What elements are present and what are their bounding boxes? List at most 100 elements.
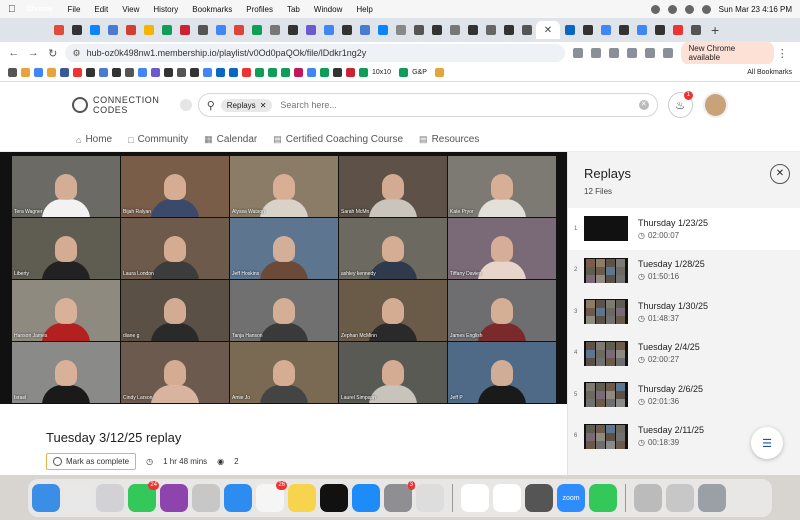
- replay-list-item[interactable]: 5 Thursday 2/6/25 ◷ 02:01:36: [568, 374, 800, 416]
- bookmark-icon[interactable]: [203, 68, 212, 77]
- bookmark-icon[interactable]: [60, 68, 69, 77]
- apple-icon[interactable]: : [8, 4, 16, 15]
- calculator-icon[interactable]: [525, 484, 553, 512]
- browser-tab[interactable]: [561, 21, 578, 39]
- browser-tab[interactable]: [284, 21, 301, 39]
- nav-home[interactable]: ⌂ Home: [76, 134, 112, 145]
- bookmark-icon[interactable]: [164, 68, 173, 77]
- menubar-clock[interactable]: Sun Mar 23 4:16 PM: [719, 5, 792, 14]
- menu-bookmarks[interactable]: Bookmarks: [192, 5, 232, 14]
- browser-tab[interactable]: [68, 21, 85, 39]
- browser-tab[interactable]: [140, 21, 157, 39]
- update-chrome-button[interactable]: New Chrome available: [680, 41, 775, 65]
- extension-icon[interactable]: [626, 48, 637, 58]
- status-icon[interactable]: [650, 4, 660, 14]
- nav-calendar[interactable]: ▦ Calendar: [204, 134, 257, 145]
- menu-toggle-icon[interactable]: [180, 99, 192, 111]
- all-bookmarks[interactable]: All Bookmarks: [747, 69, 792, 76]
- browser-tab[interactable]: [86, 21, 103, 39]
- browser-tab[interactable]: [482, 21, 499, 39]
- podcasts-icon[interactable]: [160, 484, 188, 512]
- facetime-icon[interactable]: [589, 484, 617, 512]
- browser-tab[interactable]: [579, 21, 596, 39]
- bookmark-icon[interactable]: [112, 68, 121, 77]
- menu-tab[interactable]: Tab: [287, 5, 300, 14]
- browser-tab[interactable]: [669, 21, 686, 39]
- menu-view[interactable]: View: [122, 5, 139, 14]
- bookmark-icon[interactable]: [34, 68, 43, 77]
- browser-tab[interactable]: [356, 21, 373, 39]
- chat-button[interactable]: ☰: [751, 427, 783, 459]
- back-icon[interactable]: ←: [6, 47, 22, 59]
- address-bar[interactable]: ⚙ hub-oz0k498nw1.membership.io/playlist/…: [64, 44, 565, 62]
- bookmark-icon[interactable]: [138, 68, 147, 77]
- forward-icon[interactable]: →: [26, 47, 42, 59]
- app-icon[interactable]: [666, 484, 694, 512]
- bookmark-icon[interactable]: [294, 68, 303, 77]
- calendar-app-icon[interactable]: 26: [256, 481, 287, 512]
- close-panel-button[interactable]: ✕: [770, 164, 790, 184]
- browser-tab[interactable]: [122, 21, 139, 39]
- bookmark-icon[interactable]: [190, 68, 199, 77]
- video-player[interactable]: Tera Wagner Bijah Ralyan Alyssa Watson Sara…: [0, 152, 567, 404]
- browser-tab-active[interactable]: ✕: [536, 21, 560, 39]
- bookmark-icon[interactable]: [281, 68, 290, 77]
- browser-tab[interactable]: [302, 21, 319, 39]
- search-filter-chip[interactable]: Replays ✕: [220, 98, 273, 112]
- launchpad-icon[interactable]: [96, 484, 124, 512]
- status-icon[interactable]: [667, 4, 677, 14]
- menu-help[interactable]: Help: [356, 5, 372, 14]
- app-icon[interactable]: [192, 484, 220, 512]
- system-settings-icon[interactable]: 3: [384, 481, 415, 512]
- cast-icon[interactable]: [572, 48, 583, 58]
- menu-profiles[interactable]: Profiles: [246, 5, 273, 14]
- bookmark-icon[interactable]: [151, 68, 160, 77]
- browser-tab[interactable]: [158, 21, 175, 39]
- profile-icon[interactable]: [662, 48, 673, 58]
- browser-tab[interactable]: [266, 21, 283, 39]
- more-menu-icon[interactable]: ⋮: [774, 47, 790, 60]
- browser-tab[interactable]: [518, 21, 535, 39]
- browser-tab[interactable]: [428, 21, 445, 39]
- bookmark-icon[interactable]: [177, 68, 186, 77]
- browser-tab[interactable]: [104, 21, 121, 39]
- mail-icon[interactable]: [224, 484, 252, 512]
- puzzle-icon[interactable]: [644, 48, 655, 58]
- browser-tab[interactable]: [615, 21, 632, 39]
- apple-tv-icon[interactable]: [320, 484, 348, 512]
- user-avatar[interactable]: [702, 92, 729, 118]
- menu-window[interactable]: Window: [314, 5, 342, 14]
- search-input[interactable]: [280, 100, 639, 110]
- bookmark-icon[interactable]: [346, 68, 355, 77]
- browser-tab[interactable]: [410, 21, 427, 39]
- site-info-icon[interactable]: ⚙: [73, 48, 81, 59]
- apps-icon[interactable]: [8, 68, 17, 77]
- replay-list-item[interactable]: 3 Thursday 1/30/25 ◷ 01:48:37: [568, 291, 800, 333]
- browser-tab[interactable]: [446, 21, 463, 39]
- browser-tab[interactable]: [176, 21, 193, 39]
- bookmark-icon[interactable]: [21, 68, 30, 77]
- chrome-icon[interactable]: [64, 484, 92, 512]
- bookmark-icon[interactable]: [333, 68, 342, 77]
- trash-icon[interactable]: [698, 484, 726, 512]
- bookmark-icon[interactable]: [268, 68, 277, 77]
- app-store-icon[interactable]: [352, 484, 380, 512]
- browser-tab[interactable]: [248, 21, 265, 39]
- browser-tab[interactable]: [212, 21, 229, 39]
- extension-icon[interactable]: [608, 48, 619, 58]
- bookmark-icon[interactable]: [216, 68, 225, 77]
- browser-tab[interactable]: [633, 21, 650, 39]
- menu-history[interactable]: History: [153, 5, 178, 14]
- bookmark-icon[interactable]: [73, 68, 82, 77]
- messages-icon[interactable]: 24: [128, 481, 159, 512]
- bookmark-icon[interactable]: [99, 68, 108, 77]
- search-icon[interactable]: [701, 4, 711, 14]
- bookmark-icon[interactable]: [359, 68, 368, 77]
- browser-tab[interactable]: [320, 21, 337, 39]
- remove-chip-icon[interactable]: ✕: [260, 101, 267, 110]
- bookmark-icon[interactable]: [320, 68, 329, 77]
- bookmark-icon[interactable]: [307, 68, 316, 77]
- app-icon[interactable]: [461, 484, 489, 512]
- site-logo[interactable]: CONNECTION CODES: [72, 95, 178, 115]
- browser-tab[interactable]: [374, 21, 391, 39]
